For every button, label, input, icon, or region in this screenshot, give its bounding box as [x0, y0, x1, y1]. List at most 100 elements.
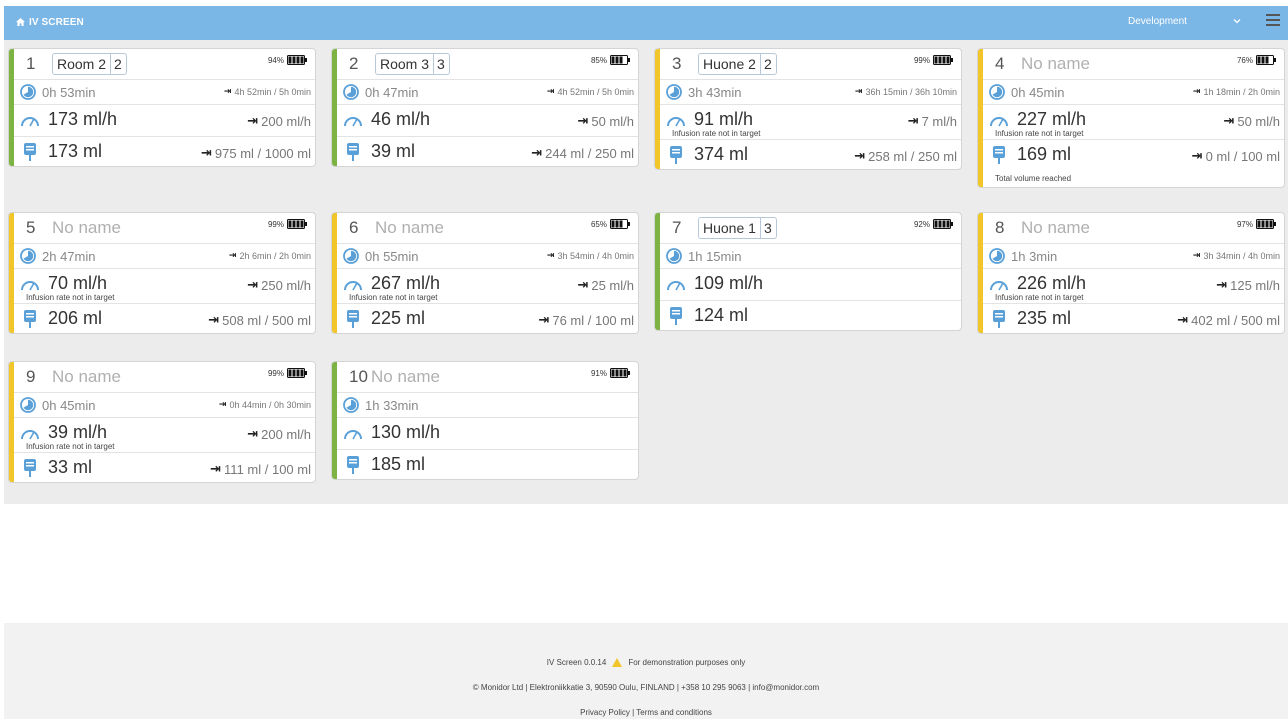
- flow-rate: 46 ml/h: [371, 109, 431, 129]
- footer: IV Screen 0.0.14 For demonstration purpo…: [4, 623, 1288, 719]
- card-header: 6 No name 65%: [337, 213, 638, 243]
- arrow-to-target-icon: ⇥: [854, 148, 866, 163]
- rate-row: 226 ml/h ⇥ 125 ml/h Infusion rate not in ta…: [983, 268, 1284, 303]
- device-number: 1: [26, 54, 36, 73]
- device-card[interactable]: 8 No name 97% 1h 3min ⇥ 3h 34min / 4h 0min 226…: [977, 212, 1285, 334]
- flow-rate: 173 ml/h: [48, 109, 118, 129]
- flow-rate: 109 ml/h: [694, 273, 764, 293]
- arrow-to-target-icon: ⇥: [1177, 312, 1189, 327]
- time-target-value: 2h 6min / 2h 0min: [239, 250, 311, 261]
- room-name[interactable]: No name: [1021, 54, 1090, 74]
- rate-target: ⇥ 200 ml/h: [247, 113, 311, 129]
- device-card[interactable]: 7 Huone 1 3 92% 1h 15min 109 ml/h 124 ml: [654, 212, 962, 331]
- battery-status: 76%: [1237, 55, 1276, 65]
- volume-target: ⇥ 402 ml / 500 ml: [1177, 312, 1280, 328]
- volume-target-value: 244 ml / 250 ml: [545, 145, 634, 161]
- volume-row: 374 ml ⇥ 258 ml / 250 ml: [660, 139, 961, 169]
- iv-bag-icon: [992, 146, 1006, 169]
- time-target-value: 36h 15min / 36h 10min: [865, 86, 957, 97]
- volume-target: ⇥ 111 ml / 100 ml: [210, 461, 311, 477]
- device-card[interactable]: 10 No name 91% 1h 33min 130 ml/h 185 ml: [331, 361, 639, 480]
- bed-number: 2: [114, 56, 122, 72]
- rate-warning: Infusion rate not in target: [26, 293, 115, 302]
- battery-percent: 91%: [590, 368, 607, 378]
- device-card[interactable]: 4 No name 76% 0h 45min ⇥ 1h 18min / 2h 0min 22…: [977, 48, 1285, 188]
- elapsed-time: 1h 15min: [688, 249, 742, 264]
- room-name[interactable]: No name: [371, 367, 440, 387]
- room-bed-label[interactable]: Huone 22: [698, 53, 777, 75]
- device-number: 2: [349, 54, 359, 73]
- iv-bag-icon: [992, 310, 1006, 333]
- volume-target: ⇥ 244 ml / 250 ml: [531, 145, 634, 161]
- rate-row: 227 ml/h ⇥ 50 ml/h Infusion rate not in tar…: [983, 104, 1284, 139]
- battery-icon: [1256, 55, 1276, 65]
- battery-percent: 76%: [1236, 55, 1253, 65]
- elapsed-time: 2h 47min: [42, 249, 96, 264]
- rate-target-value: 200 ml/h: [261, 113, 311, 129]
- rate-row: 267 ml/h ⇥ 25 ml/h Infusion rate not in tar…: [337, 268, 638, 303]
- time-target-value: 1h 18min / 2h 0min: [1203, 86, 1280, 97]
- terms-link[interactable]: Terms and conditions: [636, 708, 712, 717]
- device-card[interactable]: 5 No name 99% 2h 47min ⇥ 2h 6min / 2h 0min 70 …: [8, 212, 316, 334]
- device-card[interactable]: 3 Huone 2 2 99% 3h 43min ⇥ 36h 15min / 36h 10m…: [654, 48, 962, 170]
- hamburger-icon[interactable]: [1266, 14, 1280, 26]
- iv-bag-icon: [346, 143, 360, 166]
- brand-link[interactable]: IV SCREEN: [16, 17, 84, 28]
- arrow-to-target-icon: ⇥: [854, 86, 863, 96]
- infused-volume: 206 ml: [48, 308, 103, 328]
- battery-icon: [933, 219, 953, 229]
- rate-row: 70 ml/h ⇥ 250 ml/h Infusion rate not in tar…: [14, 268, 315, 303]
- footer-version-line: IV Screen 0.0.14 For demonstration purpo…: [4, 658, 1288, 667]
- flow-rate: 70 ml/h: [48, 273, 108, 293]
- link-separator: |: [632, 708, 635, 717]
- infused-volume: 33 ml: [48, 457, 93, 477]
- footer-links: Privacy Policy | Terms and conditions: [4, 708, 1288, 717]
- rate-target: ⇥ 200 ml/h: [247, 426, 311, 442]
- rate-target-value: 250 ml/h: [261, 277, 311, 293]
- device-number: 9: [26, 367, 36, 386]
- infused-volume: 185 ml: [371, 454, 426, 474]
- card-header: 2 Room 3 3 85%: [337, 49, 638, 79]
- gauge-icon: [666, 278, 686, 297]
- privacy-policy-link[interactable]: Privacy Policy: [580, 708, 630, 717]
- time-row: 0h 45min ⇥ 0h 44min / 0h 30min: [14, 392, 315, 417]
- chevron-down-icon[interactable]: [1233, 17, 1241, 25]
- room-name[interactable]: No name: [52, 218, 121, 238]
- flow-rate: 267 ml/h: [371, 273, 441, 293]
- room-name[interactable]: No name: [1021, 218, 1090, 238]
- volume-target-value: 0 ml / 100 ml: [1205, 148, 1280, 164]
- flow-rate: 226 ml/h: [1017, 273, 1087, 293]
- battery-percent: 65%: [590, 219, 607, 229]
- infused-volume: 225 ml: [371, 308, 426, 328]
- rate-warning: Infusion rate not in target: [26, 442, 115, 451]
- arrow-to-target-icon: ⇥: [546, 250, 555, 260]
- rate-row: 109 ml/h: [660, 268, 961, 300]
- device-card[interactable]: 2 Room 3 3 85% 0h 47min ⇥ 4h 52min / 5h 0min 46…: [331, 48, 639, 167]
- iv-bag-icon: [346, 456, 360, 479]
- infused-volume: 124 ml: [694, 305, 749, 325]
- room-name[interactable]: No name: [375, 218, 444, 238]
- arrow-to-target-icon: ⇥: [210, 461, 222, 476]
- room-name[interactable]: No name: [52, 367, 121, 387]
- device-card[interactable]: 6 No name 65% 0h 55min ⇥ 3h 54min / 4h 0min 26…: [331, 212, 639, 334]
- room-bed-label[interactable]: Room 22: [52, 53, 127, 75]
- card-header: 9 No name 99%: [14, 362, 315, 392]
- rate-row: 173 ml/h ⇥ 200 ml/h: [14, 104, 315, 136]
- device-card[interactable]: 1 Room 2 2 94% 0h 53min ⇥ 4h 52min / 5h 0min 17…: [8, 48, 316, 167]
- environment-select[interactable]: Development: [1128, 16, 1187, 27]
- battery-icon: [610, 368, 630, 378]
- device-card[interactable]: 9 No name 99% 0h 45min ⇥ 0h 44min / 0h 30min 3…: [8, 361, 316, 483]
- room-bed-label[interactable]: Room 33: [375, 53, 450, 75]
- arrow-to-target-icon: ⇥: [577, 113, 589, 128]
- time-target: ⇥ 1h 18min / 2h 0min: [1193, 86, 1280, 97]
- time-target: ⇥ 2h 6min / 2h 0min: [229, 250, 311, 261]
- battery-icon: [610, 219, 630, 229]
- battery-percent: 99%: [913, 55, 930, 65]
- volume-row: 235 ml ⇥ 402 ml / 500 ml: [983, 303, 1284, 333]
- battery-icon: [933, 55, 953, 65]
- card-header: 10 No name 91%: [337, 362, 638, 392]
- time-target: ⇥ 4h 52min / 5h 0min: [547, 86, 634, 97]
- room-bed-label[interactable]: Huone 13: [698, 217, 777, 239]
- clock-icon: [343, 397, 359, 418]
- volume-target-value: 258 ml / 250 ml: [868, 148, 957, 164]
